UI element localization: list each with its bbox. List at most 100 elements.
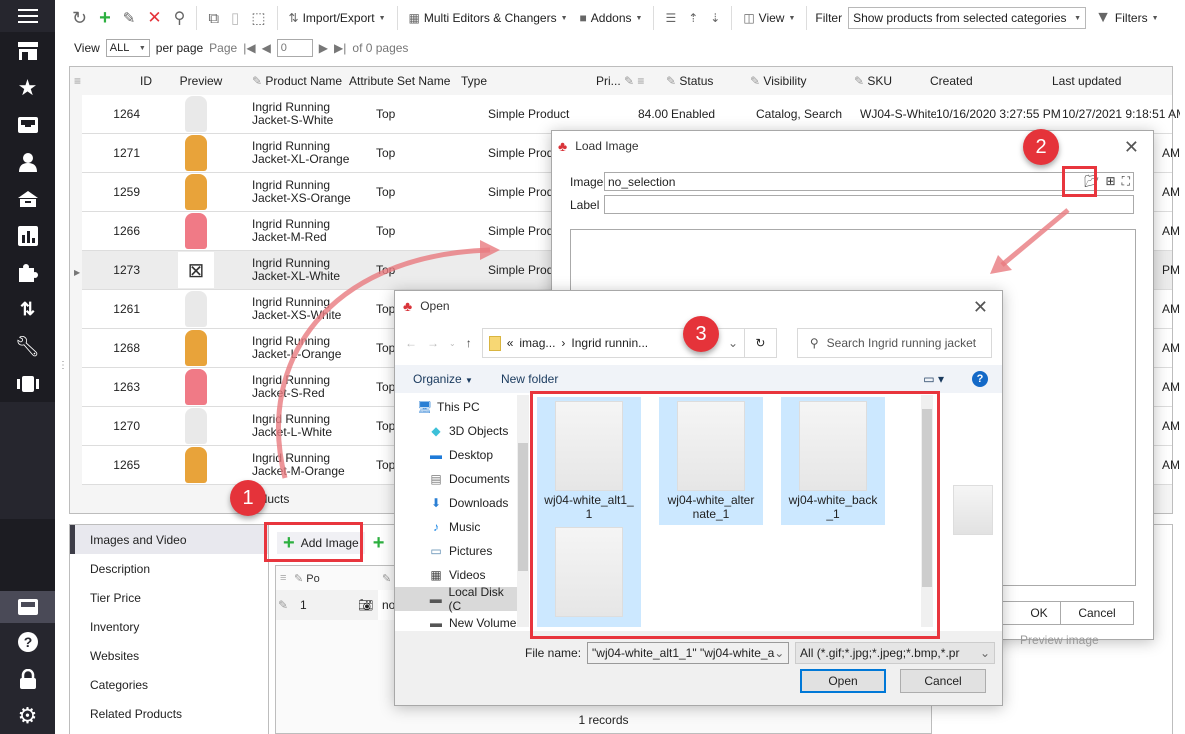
network-icon[interactable]: ⊞ [1106, 174, 1116, 189]
nav-scrollbar[interactable] [517, 395, 529, 627]
last-page-button[interactable]: ▶| [334, 41, 346, 55]
cancel-button[interactable]: Cancel [1060, 601, 1134, 625]
file-item[interactable]: wj04-white_alter nate_1 [659, 397, 763, 525]
image-path-field[interactable]: no_selection 📂︎ ⊞ ⛶ [604, 172, 1134, 191]
back-icon[interactable]: ← [405, 336, 417, 350]
forward-icon[interactable]: → [427, 336, 439, 350]
tab-related-products[interactable]: Related Products [70, 699, 268, 728]
col-sku[interactable]: ✎ SKU [854, 74, 930, 88]
copy-button[interactable]: ⧉ [205, 10, 222, 27]
col-position[interactable]: ✎ Po [294, 572, 382, 585]
nav-item[interactable]: ▦ Videos [395, 563, 517, 587]
prev-page-button[interactable]: ◀ [262, 41, 271, 55]
multi-editors-menu[interactable]: ▦ Multi Editors & Changers ▼ [406, 11, 571, 25]
search-input[interactable]: ⚲ Search Ingrid running jacket [796, 328, 992, 358]
close-icon[interactable]: ✕ [973, 297, 988, 318]
sidebar-item-help[interactable]: ? [0, 623, 55, 660]
edit-button[interactable]: ✎ [120, 9, 139, 27]
table-row[interactable]: 1264 Ingrid Running Jacket-S-White Top Si… [82, 95, 1180, 134]
tab-description[interactable]: Description [70, 554, 268, 583]
cancel-button[interactable]: Cancel [900, 669, 986, 693]
column-chooser-icon[interactable]: ≡ [70, 74, 82, 88]
view-options-icon[interactable]: ▭ ▾ [923, 372, 944, 386]
recent-dropdown-icon[interactable]: ⌄ [449, 339, 456, 348]
folder-open-icon[interactable]: 📂︎ [1084, 174, 1099, 189]
sort-az-button[interactable]: ☰ [662, 11, 679, 25]
refresh-button[interactable]: ↻ [69, 8, 90, 29]
sidebar-item-tools[interactable]: 🔧︎ [0, 328, 55, 365]
nav-item[interactable]: ▬ New Volume [395, 611, 517, 627]
open-button[interactable]: Open [800, 669, 886, 693]
organize-menu[interactable]: Organize ▼ [413, 372, 473, 386]
nav-item[interactable]: ▭ Pictures [395, 539, 517, 563]
sidebar-item-store[interactable] [0, 32, 55, 69]
sidebar-item-favorites[interactable]: ★ [0, 69, 55, 106]
menu-button[interactable] [0, 0, 55, 32]
first-page-button[interactable]: |◀ [243, 41, 255, 55]
file-item[interactable]: wj04-white_back _1 [781, 397, 885, 525]
nav-item[interactable]: ◆ 3D Objects [395, 419, 517, 443]
col-created[interactable]: Created [930, 74, 1052, 88]
add-video-button[interactable]: + [373, 533, 385, 553]
sort-down-button[interactable]: ⇣ [707, 11, 723, 25]
up-icon[interactable]: ↑ [466, 336, 472, 350]
filter-select[interactable]: Show products from selected categories ▼ [848, 7, 1087, 29]
nav-item[interactable]: 🖥︎ This PC [395, 395, 517, 419]
sidebar-item-reports[interactable] [0, 217, 55, 254]
files-scrollbar[interactable] [921, 395, 933, 627]
col-last-updated[interactable]: Last updated [1052, 74, 1162, 88]
search-button[interactable]: ⚲ [171, 8, 189, 28]
sidebar-item-orders[interactable] [0, 180, 55, 217]
col-type[interactable]: Type [461, 74, 596, 88]
nav-item[interactable]: ♪ Music [395, 515, 517, 539]
sort-up-button[interactable]: ⇡ [685, 11, 701, 25]
import-export-menu[interactable]: ⇅ Import/Export ▼ [286, 11, 389, 25]
col-id[interactable]: ID [82, 74, 152, 88]
sidebar-item-slides[interactable] [0, 365, 55, 402]
next-page-button[interactable]: ▶ [319, 41, 328, 55]
help-icon[interactable]: ? [972, 371, 988, 387]
fullscreen-icon[interactable]: ⛶ [1122, 174, 1130, 189]
duplicate-button[interactable]: ⬚ [248, 9, 268, 27]
col-status[interactable]: ✎ Status [666, 74, 750, 88]
file-item[interactable]: wj04-white_alt1_ 1 [537, 397, 641, 525]
delete-button[interactable]: ✕ [144, 8, 164, 28]
col-attribute-set[interactable]: Attribute Set Name [349, 74, 461, 88]
file-name-input[interactable]: "wj04-white_alt1_1" "wj04-white_a ⌄ [587, 642, 790, 664]
per-page-select[interactable]: ALL ▼ [105, 39, 150, 57]
page-input[interactable] [276, 39, 313, 57]
filters-menu[interactable]: ▼ Filters ▼ [1092, 9, 1161, 27]
new-folder-button[interactable]: New folder [501, 372, 558, 386]
col-product-name[interactable]: ✎ Product Name [232, 74, 349, 88]
paste-button[interactable]: ▯ [228, 9, 242, 27]
tab-images-and-video[interactable]: Images and Video [70, 525, 268, 554]
nav-item[interactable]: ▤ Documents [395, 467, 517, 491]
tab-categories[interactable]: Categories [70, 670, 268, 699]
sidebar-item-addons[interactable] [0, 254, 55, 291]
refresh-button[interactable]: ↻ [744, 328, 777, 358]
col-visibility[interactable]: ✎ Visibility [750, 74, 854, 88]
nav-item[interactable]: ▬ Local Disk (C [395, 585, 517, 613]
sidebar-item-inbox-active[interactable] [0, 591, 55, 623]
add-button[interactable]: + [96, 7, 114, 30]
file-item[interactable] [537, 523, 641, 627]
file-type-select[interactable]: All (*.gif;*.jpg;*.jpeg;*.bmp,*.pr ⌄ [795, 642, 996, 664]
image-label-field[interactable] [604, 195, 1134, 214]
col-preview[interactable]: Preview [152, 74, 232, 88]
tab-websites[interactable]: Websites [70, 641, 268, 670]
sidebar-item-customers[interactable] [0, 143, 55, 180]
sidebar-item-settings[interactable]: ⚙ [0, 697, 55, 734]
chevron-down-icon[interactable]: ⌄ [728, 336, 738, 350]
close-icon[interactable]: ✕ [1124, 137, 1139, 158]
tab-inventory[interactable]: Inventory [70, 612, 268, 641]
nav-item[interactable]: ▬ Desktop [395, 443, 517, 467]
addons-menu[interactable]: ■ Addons ▼ [577, 11, 646, 25]
sidebar-item-import-export[interactable]: ⇅ [0, 291, 55, 328]
splitter-handle[interactable]: ⋮ [58, 360, 68, 371]
col-price[interactable]: Pri... ✎ ≡ [596, 74, 666, 88]
nav-item[interactable]: ⬇ Downloads [395, 491, 517, 515]
add-image-button[interactable]: + Add Image [277, 532, 365, 554]
sidebar-item-lock[interactable] [0, 660, 55, 697]
tab-tier-price[interactable]: Tier Price [70, 583, 268, 612]
view-menu[interactable]: ◫ View ▼ [740, 11, 798, 25]
